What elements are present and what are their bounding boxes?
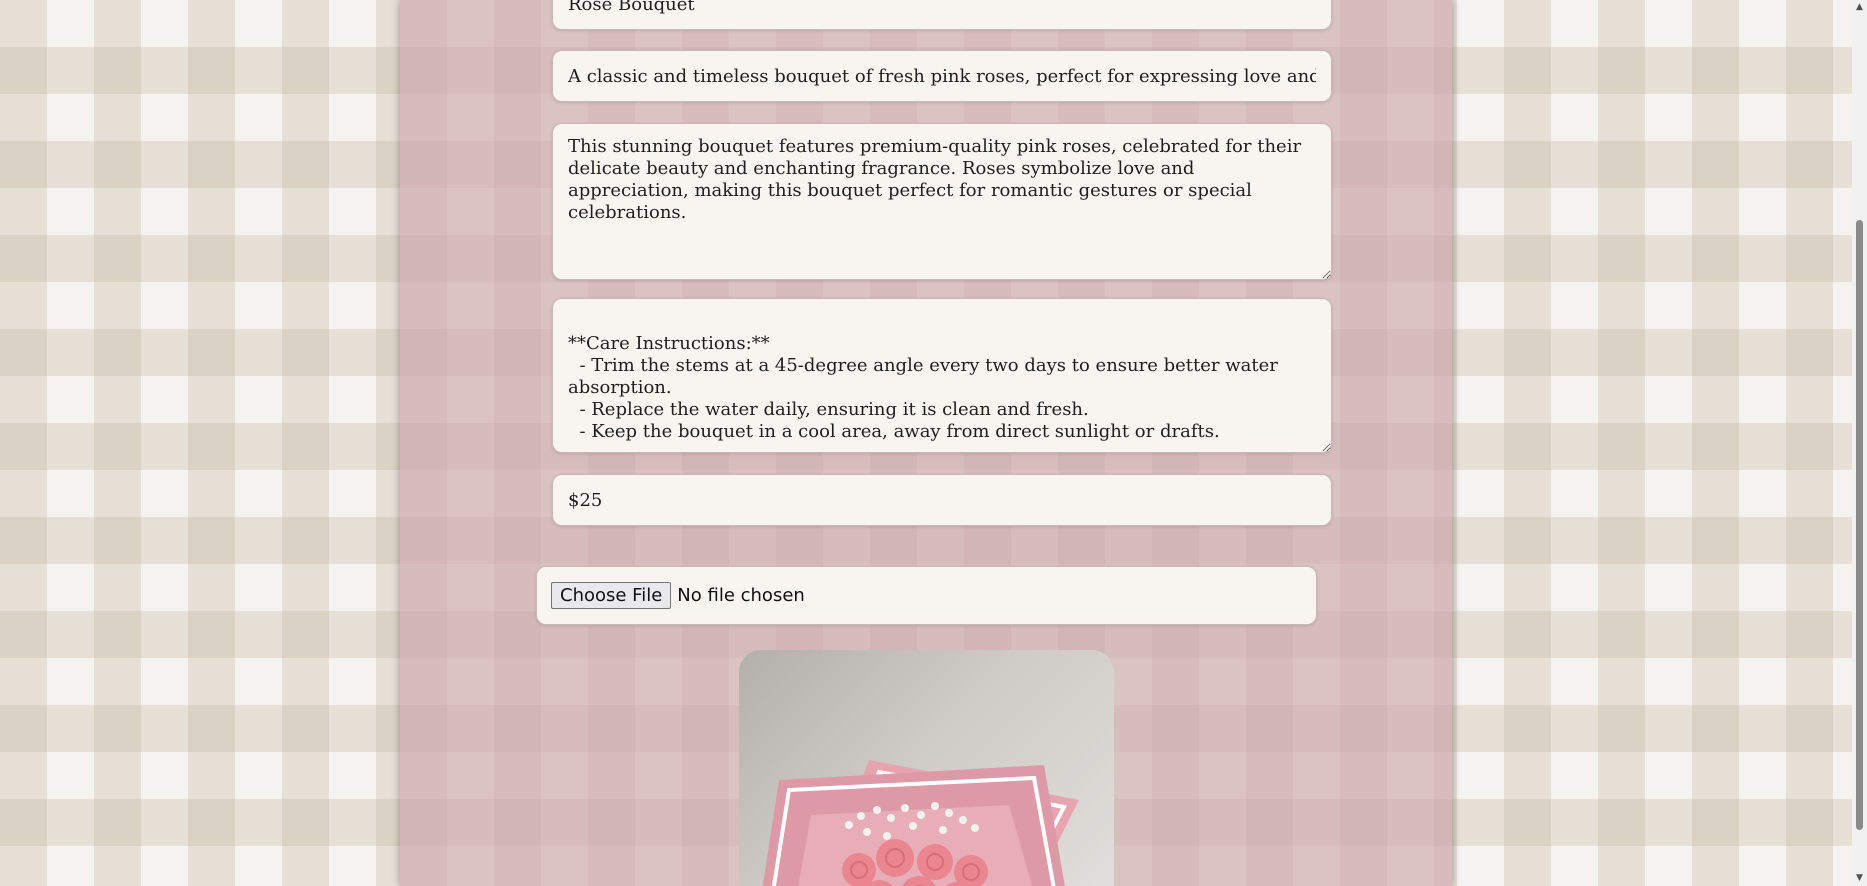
price-input[interactable] bbox=[552, 474, 1332, 526]
bouquet-photo-icon bbox=[762, 760, 1079, 886]
file-status-text: No file chosen bbox=[677, 585, 805, 606]
file-upload-box: Choose File No file chosen bbox=[536, 566, 1317, 625]
description-textarea[interactable]: This stunning bouquet features premium-q… bbox=[552, 123, 1332, 280]
summary-input[interactable] bbox=[552, 50, 1332, 102]
page-scrollbar[interactable]: ▲ ▼ bbox=[1852, 0, 1867, 886]
scroll-up-icon[interactable]: ▲ bbox=[1852, 0, 1867, 15]
page-scroll-thumb[interactable] bbox=[1856, 220, 1863, 830]
choose-file-button[interactable]: Choose File bbox=[551, 582, 672, 609]
name-input[interactable] bbox=[552, 0, 1332, 30]
care-instructions-textarea[interactable]: **Care Instructions:** - Trim the stems … bbox=[552, 298, 1332, 453]
scroll-down-icon[interactable]: ▼ bbox=[1852, 871, 1867, 886]
bouquet-preview-image bbox=[739, 650, 1114, 886]
